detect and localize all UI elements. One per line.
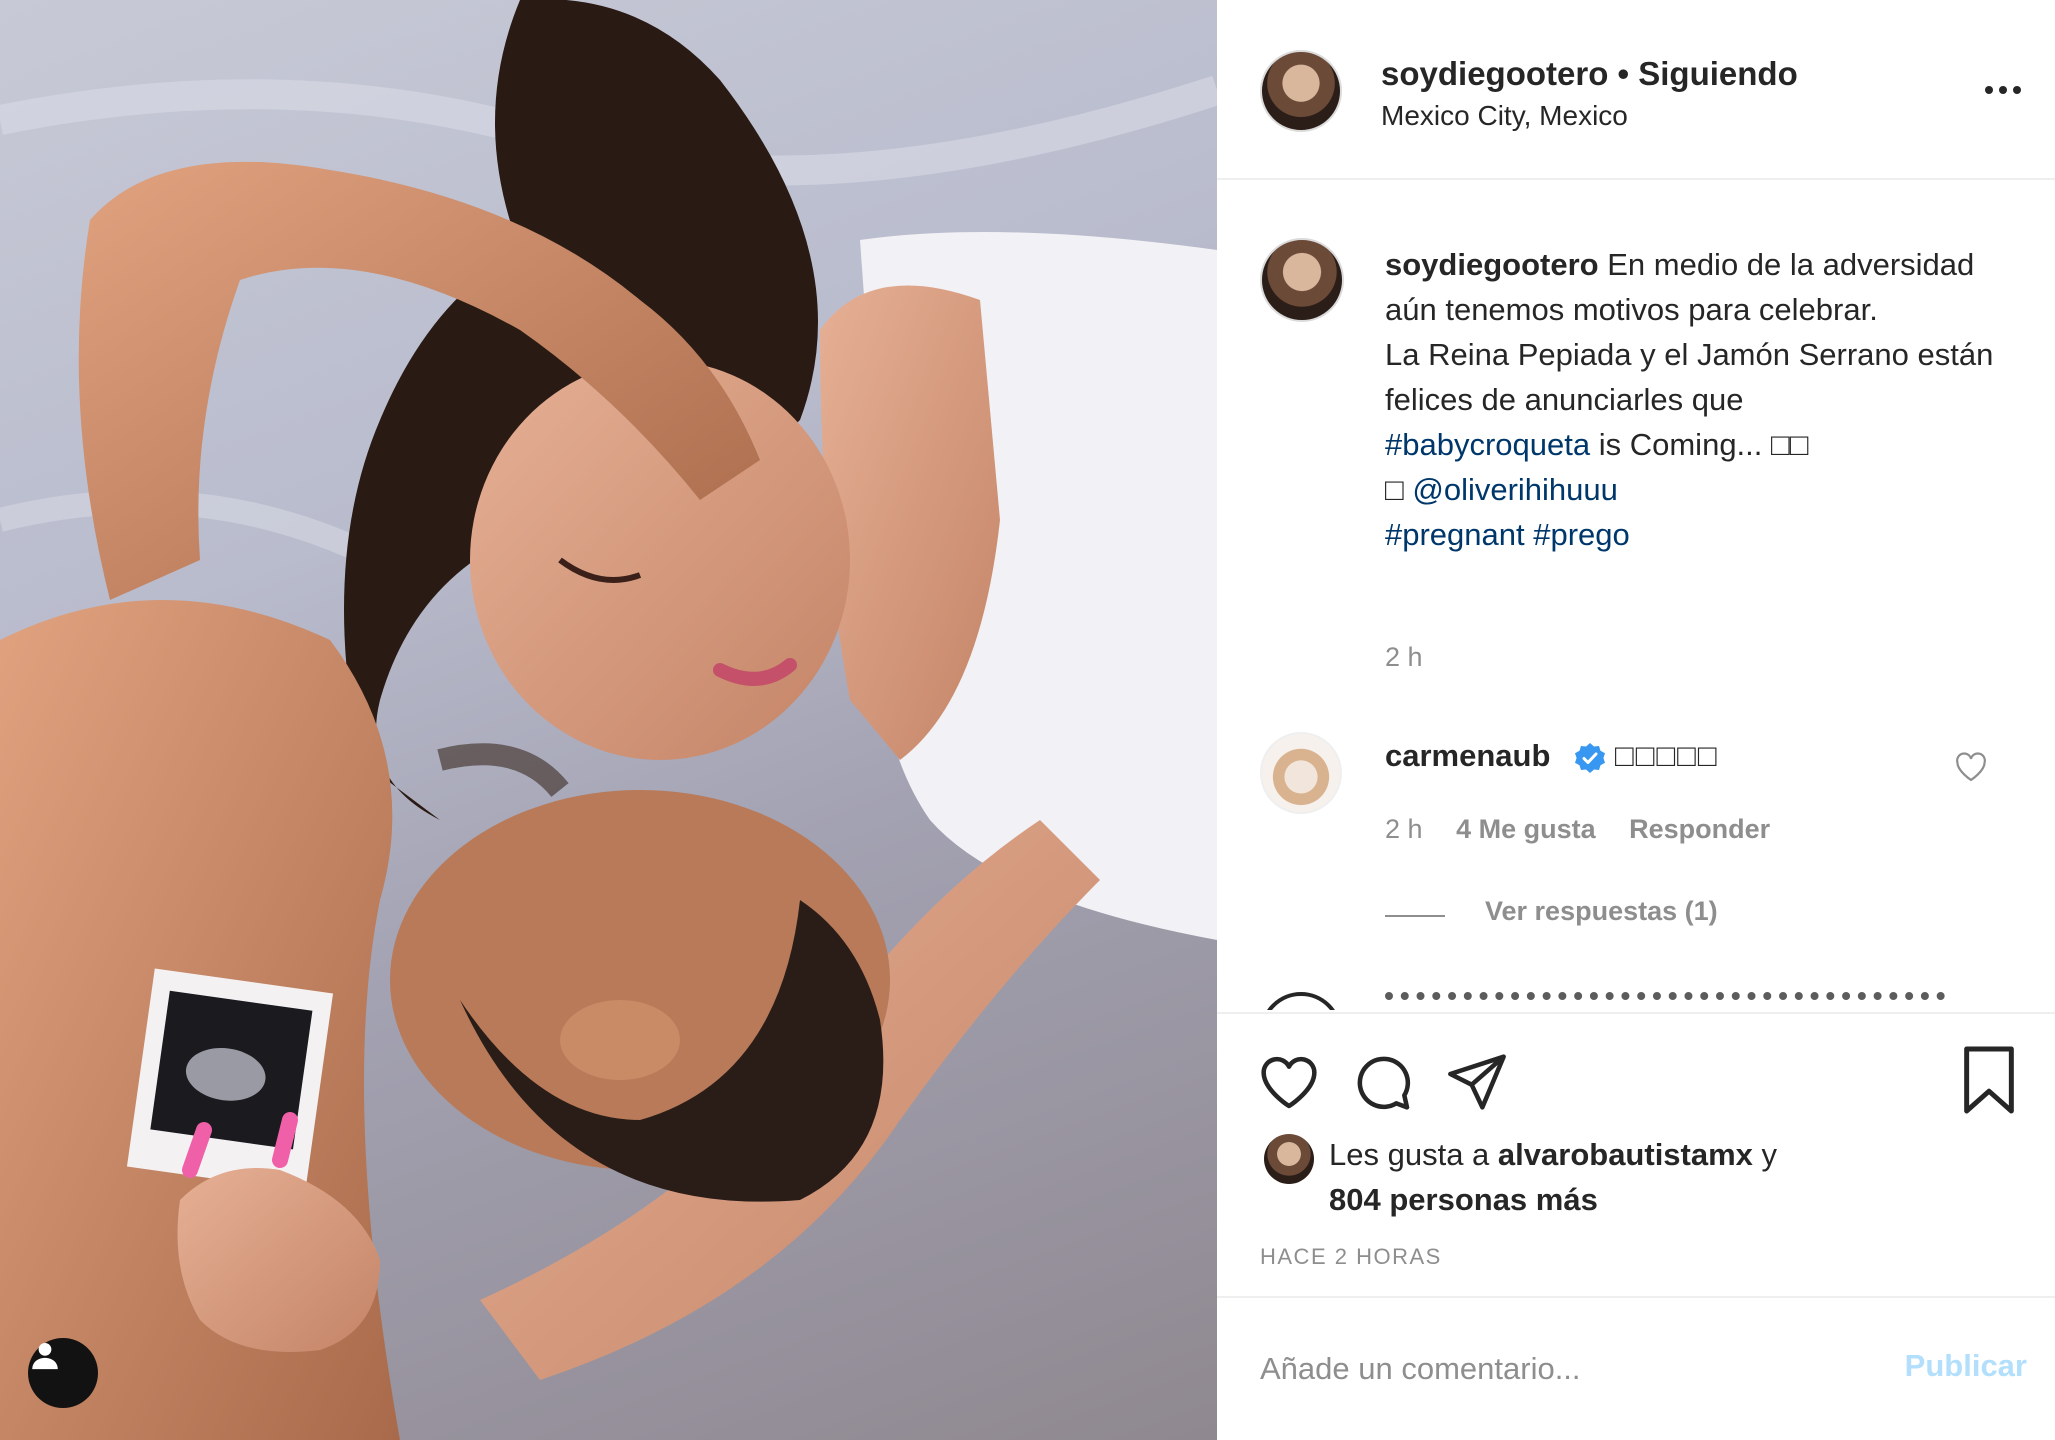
comments-list[interactable]: soydiegootero En medio de la adversidad … [1217,182,2055,1010]
bookmark-icon[interactable] [1957,1044,2021,1116]
comment-time: 2 h [1385,814,1423,844]
likes-conj: y [1761,1137,1778,1172]
caption-time: 2 h [1385,642,1423,672]
caption-username[interactable]: soydiegootero [1385,247,1599,282]
ellipsis-icon[interactable] [1979,70,2027,110]
view-replies-button[interactable]: Ver respuestas (1) [1485,896,1718,927]
post-caption: soydiegootero En medio de la adversidad … [1385,242,2005,557]
reply-button[interactable]: Responder [1629,814,1770,844]
comment-icon[interactable] [1351,1050,1415,1114]
heart-icon[interactable] [1257,1050,1321,1114]
comment-meta: 2 h 4 Me gusta Responder [1385,814,1796,845]
publish-button[interactable]: Publicar [1887,1348,2027,1384]
likes-prefix: Les gusta a [1329,1137,1490,1172]
hashtag-link[interactable]: #prego [1533,517,1630,552]
post-header: soydiegootero • Siguiendo Mexico City, M… [1217,0,2055,180]
comment-input[interactable] [1260,1344,1880,1394]
header-separator: • [1608,55,1639,92]
next-comment-cutoff [1385,992,1945,1010]
comment-likes-count[interactable]: 4 Me gusta [1456,814,1596,844]
paper-plane-icon[interactable] [1445,1050,1509,1114]
next-comment-avatar[interactable] [1260,992,1342,1010]
author-line: soydiegootero • Siguiendo [1381,55,1798,93]
author-username[interactable]: soydiegootero [1381,55,1608,92]
caption-emoji: □ [1385,472,1404,507]
comment-text: □□□□□ [1615,738,1719,773]
caption-text-2: La Reina Pepiada y el Jamón Serrano está… [1385,337,1994,417]
person-icon [32,1342,58,1370]
likes-summary: Les gusta a alvarobautistamx y 804 perso… [1329,1132,1889,1222]
follow-status-button[interactable]: Siguiendo [1638,55,1798,92]
likes-others-count[interactable]: 804 personas más [1329,1182,1598,1217]
comment-like-heart-icon[interactable] [1954,752,1988,782]
mention-link[interactable]: @oliverihihuuu [1412,472,1618,507]
post-timestamp[interactable]: HACE 2 HORAS [1260,1244,1442,1270]
tagged-users-button[interactable] [28,1338,98,1408]
couple-photo-illustration [0,0,1217,1440]
hashtag-link[interactable]: #babycroqueta [1385,427,1590,462]
commenter-avatar[interactable] [1260,732,1342,814]
commenter-username[interactable]: carmenaub [1385,738,1550,774]
hashtag-link[interactable]: #pregnant [1385,517,1525,552]
author-avatar[interactable] [1260,50,1342,132]
liker-avatar[interactable] [1264,1134,1314,1184]
add-comment-bar: Publicar [1217,1296,2055,1440]
caption-avatar[interactable] [1260,238,1344,322]
liker-username[interactable]: alvarobautistamx [1498,1137,1753,1172]
post-actions: Les gusta a alvarobautistamx y 804 perso… [1217,1012,2055,1294]
post-location[interactable]: Mexico City, Mexico [1381,100,1628,132]
replies-divider [1385,915,1445,917]
caption-text-3: is Coming... □□ [1598,427,1809,462]
verified-badge-icon [1575,743,1605,773]
post-sidebar: soydiegootero • Siguiendo Mexico City, M… [1217,0,2055,1440]
post-photo[interactable] [0,0,1217,1440]
